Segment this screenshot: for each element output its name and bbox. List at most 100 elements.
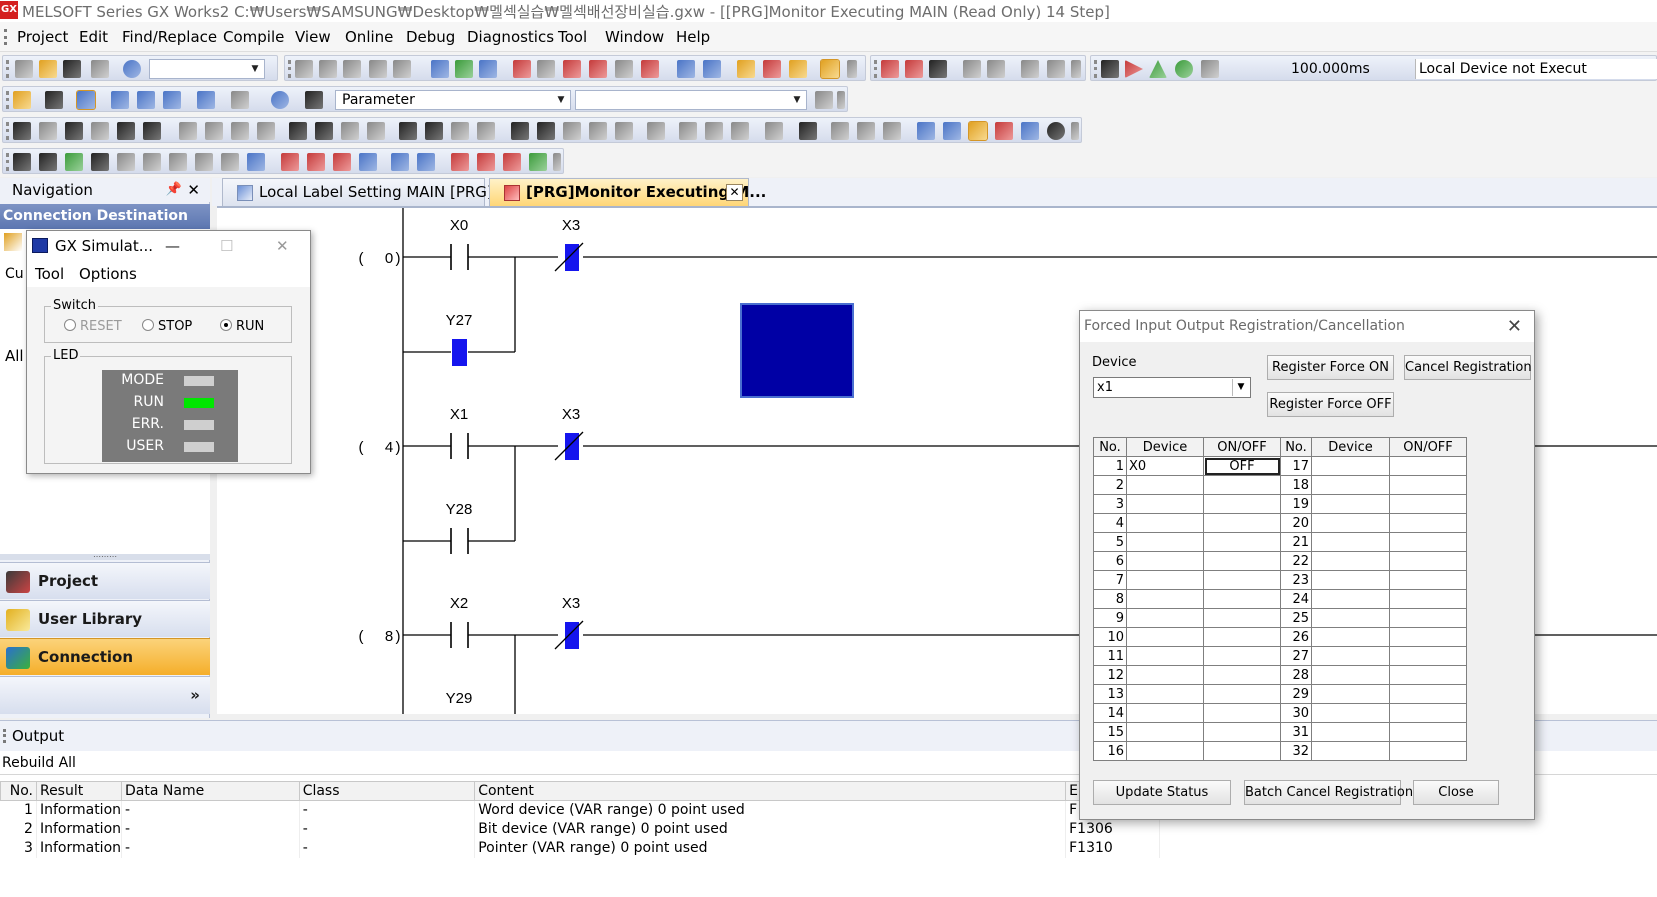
open-contact-icon[interactable]	[13, 122, 31, 140]
cell-device[interactable]	[1126, 684, 1204, 704]
forced-table-row[interactable]: 1 X0 OFF 17	[1093, 456, 1467, 476]
debug-icon-12[interactable]	[307, 153, 325, 171]
overflow-icon[interactable]	[553, 153, 561, 171]
ladder-rise-icon[interactable]	[929, 60, 947, 78]
forced-table-row[interactable]: 13 29	[1093, 684, 1467, 704]
cell-on-off-2[interactable]	[1389, 532, 1467, 552]
cell-device[interactable]	[1126, 722, 1204, 742]
hline-icon[interactable]	[179, 122, 197, 140]
monitor-icon[interactable]	[968, 121, 988, 141]
radio-run[interactable]: RUN	[220, 319, 264, 334]
fb-icon-1[interactable]	[679, 122, 697, 140]
cell-device[interactable]	[1126, 665, 1204, 685]
parameter-combo[interactable]: Parameter ▼	[335, 90, 571, 110]
cell-on-off[interactable]	[1203, 589, 1281, 609]
output-row[interactable]: 3 Information - - Pointer (VAR range) 0 …	[0, 838, 1160, 858]
operation-result-icon[interactable]	[511, 122, 529, 140]
menu-project[interactable]: Project	[17, 28, 68, 46]
debug-icon-14[interactable]	[359, 153, 377, 171]
menu-view[interactable]: View	[295, 28, 331, 46]
fb-icon-3[interactable]	[731, 122, 749, 140]
cell-device-2[interactable]	[1311, 532, 1390, 552]
cell-on-off[interactable]	[1203, 608, 1281, 628]
cell-device[interactable]	[1126, 570, 1204, 590]
device-batch-icon[interactable]	[479, 60, 497, 78]
write-icon[interactable]	[995, 122, 1013, 140]
cell-device[interactable]	[1126, 741, 1204, 761]
pin-icon[interactable]: 📌	[166, 178, 182, 202]
open-icon[interactable]	[39, 60, 57, 78]
output-col-result[interactable]: Result	[35, 781, 123, 801]
close-icon[interactable]: ✕	[1507, 311, 1522, 342]
debug-icon-17[interactable]	[503, 153, 521, 171]
tab-local-label-setting[interactable]: Local Label Setting MAIN [PRG]	[222, 178, 493, 206]
cell-on-off[interactable]	[1203, 646, 1281, 666]
debug-icon-5[interactable]	[117, 153, 135, 171]
cell-device-2[interactable]	[1311, 608, 1390, 628]
question-icon[interactable]	[271, 91, 289, 109]
cell-on-off[interactable]	[1203, 703, 1281, 723]
print-icon[interactable]	[91, 60, 109, 78]
open-parameter-icon[interactable]	[815, 91, 833, 109]
simulator-title-bar[interactable]: GX Simulat... — ☐ ✕	[27, 231, 310, 261]
debug-icon-4[interactable]	[91, 153, 109, 171]
cell-device-2[interactable]	[1311, 494, 1390, 514]
nav-button-user-library[interactable]: User Library	[0, 600, 210, 637]
ladder-delete-icon[interactable]	[1021, 60, 1039, 78]
binoculars-icon[interactable]	[305, 91, 323, 109]
undo-icon[interactable]	[369, 60, 387, 78]
overflow-icon[interactable]	[837, 91, 845, 109]
cell-device[interactable]	[1126, 551, 1204, 571]
ladder-line-icon[interactable]	[987, 60, 1005, 78]
warning-icon[interactable]	[1149, 60, 1167, 78]
output-col-no[interactable]: No.	[0, 781, 37, 801]
cell-on-off-2[interactable]	[1389, 608, 1467, 628]
nav-more-button[interactable]: »	[0, 676, 210, 714]
device-replace-icon[interactable]	[455, 60, 473, 78]
zoom-icon[interactable]	[1047, 122, 1065, 140]
fb-icon-2[interactable]	[705, 122, 723, 140]
close-branch-icon[interactable]	[91, 122, 109, 140]
menu-diagnostics[interactable]: Diagnostics	[467, 28, 554, 46]
cell-on-off[interactable]	[1203, 532, 1281, 552]
forced-table-row[interactable]: 7 23	[1093, 570, 1467, 590]
register-force-off-button[interactable]: Register Force OFF	[1267, 392, 1394, 417]
dev-icon-2[interactable]	[137, 91, 155, 109]
simulator-icon[interactable]	[1101, 60, 1119, 78]
comment-edit-icon[interactable]	[831, 122, 849, 140]
run-icon[interactable]	[1125, 60, 1143, 78]
monitor-all-icon[interactable]	[641, 60, 659, 78]
cell-device[interactable]	[1126, 475, 1204, 495]
st-icon[interactable]	[647, 122, 665, 140]
dev-icon-1[interactable]	[111, 91, 129, 109]
debug-icon-18[interactable]	[529, 153, 547, 171]
pane-splitter[interactable]: ⋯⋯⋯	[0, 553, 210, 561]
cell-on-off[interactable]	[1203, 665, 1281, 685]
pulse-or-icon[interactable]	[399, 122, 417, 140]
forced-table-row[interactable]: 3 19	[1093, 494, 1467, 514]
watch-icon[interactable]	[197, 91, 215, 109]
ladder-branch-icon[interactable]	[905, 60, 923, 78]
cell-on-off[interactable]	[1203, 551, 1281, 571]
menu-edit[interactable]: Edit	[79, 28, 108, 46]
forced-table-row[interactable]: 14 30	[1093, 703, 1467, 723]
overflow-icon[interactable]	[847, 60, 857, 78]
cell-on-off[interactable]	[1203, 684, 1281, 704]
cell-device[interactable]	[1126, 532, 1204, 552]
note-edit-icon[interactable]	[883, 122, 901, 140]
delete-vline-icon[interactable]	[257, 122, 275, 140]
forced-table-row[interactable]: 2 18	[1093, 475, 1467, 495]
close-icon[interactable]: ✕	[726, 184, 743, 201]
cell-device-2[interactable]	[1311, 551, 1390, 571]
pulse-close-orf-icon[interactable]	[477, 122, 495, 140]
update-status-button[interactable]: Update Status	[1093, 780, 1231, 805]
connection-icon[interactable]	[4, 233, 22, 251]
cell-device-2[interactable]	[1311, 475, 1390, 495]
debug-icon-7[interactable]	[169, 153, 187, 171]
output-col-content[interactable]: Content	[474, 781, 1067, 801]
output-col-data-name[interactable]: Data Name	[121, 781, 300, 801]
output-row[interactable]: 2 Information - - Bit device (VAR range)…	[0, 819, 1160, 839]
redo-icon[interactable]	[393, 60, 411, 78]
dev-icon-4[interactable]	[391, 153, 409, 171]
monitor-mode-icon[interactable]	[820, 59, 840, 79]
